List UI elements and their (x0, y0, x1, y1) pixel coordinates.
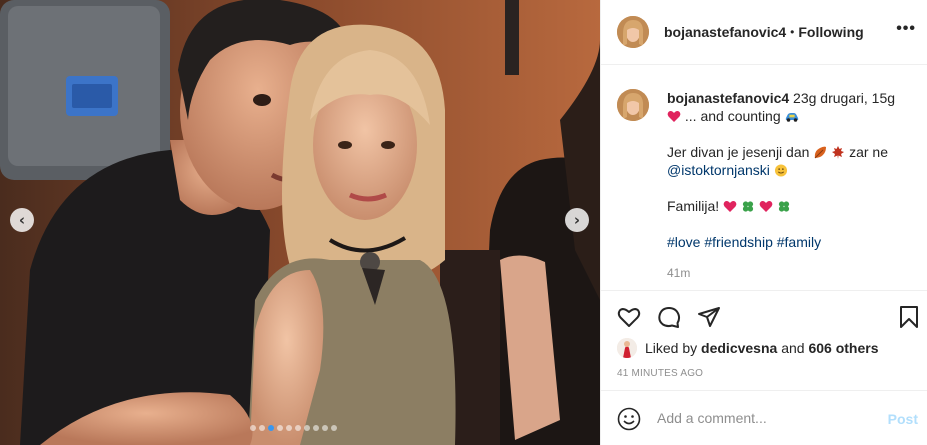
caption-username[interactable]: bojanastefanovic4 (667, 90, 789, 106)
slide-dot (304, 425, 310, 431)
four-leaf-clover-icon (778, 201, 789, 212)
caption-line-1b: ... and counting (684, 108, 781, 124)
likes-conjunction: and (781, 340, 805, 356)
chevron-right-icon: › (573, 210, 581, 229)
post-details-panel: bojanastefanovic4 • Following ••• bojana… (600, 0, 927, 445)
post-header: bojanastefanovic4 • Following ••• (601, 0, 927, 65)
post-photo[interactable]: ‹ › (0, 0, 600, 445)
caption-line-2a: Jer divan je jesenji dan (667, 144, 810, 160)
mention-link[interactable]: @istoktornjanski (667, 162, 770, 178)
hashtag-link[interactable]: #love (667, 234, 700, 250)
liker-username[interactable]: dedicvesna (701, 340, 777, 356)
comment-input[interactable] (657, 410, 877, 426)
bookmark-icon[interactable] (897, 305, 921, 329)
car-icon (785, 113, 798, 122)
autumn-leaf-icon (814, 146, 827, 159)
photo-illustration (0, 0, 600, 445)
slide-dot (286, 425, 292, 431)
caption-text: bojanastefanovic4 23g drugari, 15g ... a… (667, 89, 925, 269)
comment-icon[interactable] (657, 305, 681, 329)
caption-avatar[interactable] (617, 89, 649, 121)
caption-line-3: Familija! (667, 198, 720, 214)
slide-dot (322, 425, 328, 431)
caption-line-2b: zar ne (849, 144, 889, 160)
four-leaf-clover-icon (742, 201, 754, 212)
smiling-face-icon (774, 164, 787, 177)
next-slide-button[interactable]: › (565, 208, 589, 232)
slide-dot (268, 425, 274, 431)
likes-others-link[interactable]: 606 others (808, 340, 878, 356)
red-heart-icon (759, 201, 773, 212)
comment-bar: Post (601, 390, 927, 445)
slide-dot (295, 425, 301, 431)
slide-dot (313, 425, 319, 431)
maple-leaf-icon (832, 146, 845, 159)
share-icon[interactable] (697, 305, 721, 329)
header-separator: • (790, 25, 795, 39)
caption-time[interactable]: 41m (667, 266, 690, 280)
liker-avatar[interactable] (617, 338, 637, 358)
post-timestamp[interactable]: 41 MINUTES AGO (617, 368, 703, 379)
smiley-icon[interactable] (617, 407, 641, 431)
likes-summary: Liked by dedicvesna and 606 others (617, 338, 879, 358)
red-heart-icon (667, 111, 681, 122)
liked-by-prefix: Liked by (645, 340, 698, 356)
slide-dot (250, 425, 256, 431)
slide-indicator (250, 425, 337, 431)
heart-icon[interactable] (617, 305, 641, 329)
caption-line-1a: 23g drugari, 15g (793, 90, 896, 106)
slide-dot (331, 425, 337, 431)
chevron-left-icon: ‹ (18, 210, 26, 229)
red-heart-icon (723, 201, 737, 212)
author-username[interactable]: bojanastefanovic4 (664, 24, 786, 40)
more-options-icon[interactable]: ••• (896, 20, 916, 38)
following-button[interactable]: Following (798, 24, 863, 40)
previous-slide-button[interactable]: ‹ (10, 208, 34, 232)
post-comment-button[interactable]: Post (888, 411, 918, 427)
action-bar (601, 290, 927, 340)
slide-dot (259, 425, 265, 431)
hashtag-link[interactable]: #friendship (704, 234, 773, 250)
hashtag-link[interactable]: #family (777, 234, 821, 250)
slide-dot (277, 425, 283, 431)
instagram-post: ‹ › bojanastefanovic4 • Following ••• bo… (0, 0, 927, 445)
author-avatar[interactable] (617, 16, 649, 48)
